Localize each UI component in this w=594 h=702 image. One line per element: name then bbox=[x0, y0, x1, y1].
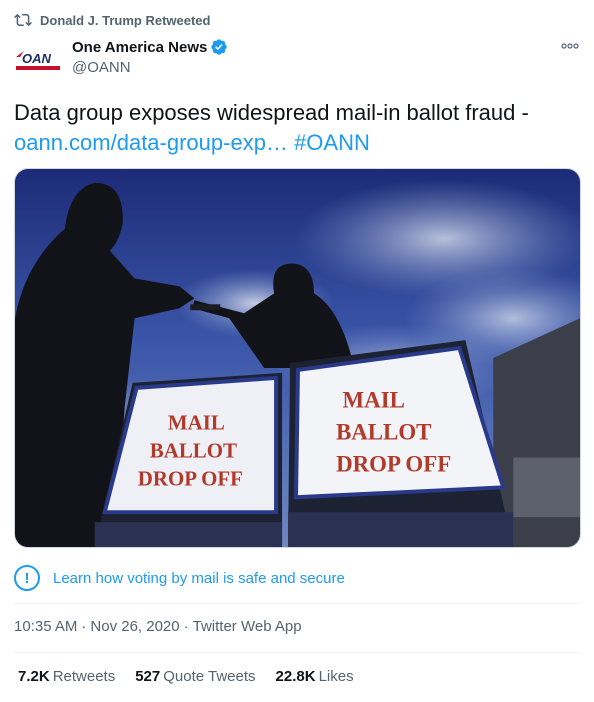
likes-stat[interactable]: 22.8K Likes bbox=[276, 668, 354, 685]
notice-text[interactable]: Learn how voting by mail is safe and sec… bbox=[53, 570, 345, 587]
svg-text:DROP OFF: DROP OFF bbox=[336, 451, 451, 476]
tweet-text-body: Data group exposes widespread mail-in ba… bbox=[14, 100, 529, 125]
display-name[interactable]: One America News bbox=[72, 39, 207, 56]
separator: · bbox=[81, 618, 87, 635]
tweet-link[interactable]: oann.com/data-group-exp… bbox=[14, 130, 288, 155]
svg-text:BALLOT: BALLOT bbox=[150, 438, 237, 462]
svg-text:DROP OFF: DROP OFF bbox=[138, 466, 243, 490]
likes-count: 22.8K bbox=[275, 668, 316, 685]
separator: · bbox=[183, 618, 189, 635]
photo-mail-ballot-drop-off: MAIL BALLOT DROP OFF MAIL BALLOT DROP OF… bbox=[15, 169, 580, 547]
svg-text:BALLOT: BALLOT bbox=[336, 420, 431, 445]
verified-badge-icon bbox=[211, 39, 228, 55]
avatar[interactable]: OAN bbox=[14, 38, 62, 82]
tweet-date[interactable]: Nov 26, 2020 bbox=[90, 618, 179, 635]
retweets-count: 7.2K bbox=[18, 668, 50, 685]
retweet-indicator: Donald J. Trump Retweeted bbox=[14, 10, 210, 30]
likes-label: Likes bbox=[318, 668, 354, 685]
retweets-label: Retweets bbox=[52, 668, 116, 685]
tweet-text: Data group exposes widespread mail-in ba… bbox=[14, 98, 584, 158]
quotes-label: Quote Tweets bbox=[163, 668, 256, 685]
tweet-header: OAN One America News @OANN bbox=[14, 36, 580, 80]
quotes-count: 527 bbox=[135, 668, 161, 685]
hashtag-link[interactable]: #OANN bbox=[294, 130, 370, 155]
handle[interactable]: @OANN bbox=[72, 59, 228, 76]
quote-tweets-stat[interactable]: 527 Quote Tweets bbox=[135, 668, 255, 685]
info-exclamation-icon: ! bbox=[14, 565, 40, 591]
tweet-metadata: 10:35 AM · Nov 26, 2020 · Twitter Web Ap… bbox=[14, 618, 302, 635]
oan-logo: OAN bbox=[16, 51, 60, 70]
divider bbox=[14, 603, 581, 604]
retweet-label[interactable]: Donald J. Trump Retweeted bbox=[40, 13, 210, 28]
retweet-icon bbox=[14, 13, 32, 27]
svg-text:MAIL: MAIL bbox=[168, 411, 225, 435]
tweet-photo[interactable]: MAIL BALLOT DROP OFF MAIL BALLOT DROP OF… bbox=[14, 168, 581, 548]
retweets-stat[interactable]: 7.2K Retweets bbox=[18, 668, 115, 685]
engagement-stats: 7.2K Retweets 527 Quote Tweets 22.8K Likes bbox=[18, 668, 374, 685]
tweet-time[interactable]: 10:35 AM bbox=[14, 618, 77, 635]
svg-text:OAN: OAN bbox=[22, 51, 52, 66]
divider bbox=[14, 652, 581, 653]
tweet-source[interactable]: Twitter Web App bbox=[193, 618, 302, 635]
svg-text:MAIL: MAIL bbox=[343, 388, 405, 413]
more-options-icon[interactable] bbox=[560, 36, 580, 56]
voting-info-notice[interactable]: ! Learn how voting by mail is safe and s… bbox=[14, 562, 581, 594]
